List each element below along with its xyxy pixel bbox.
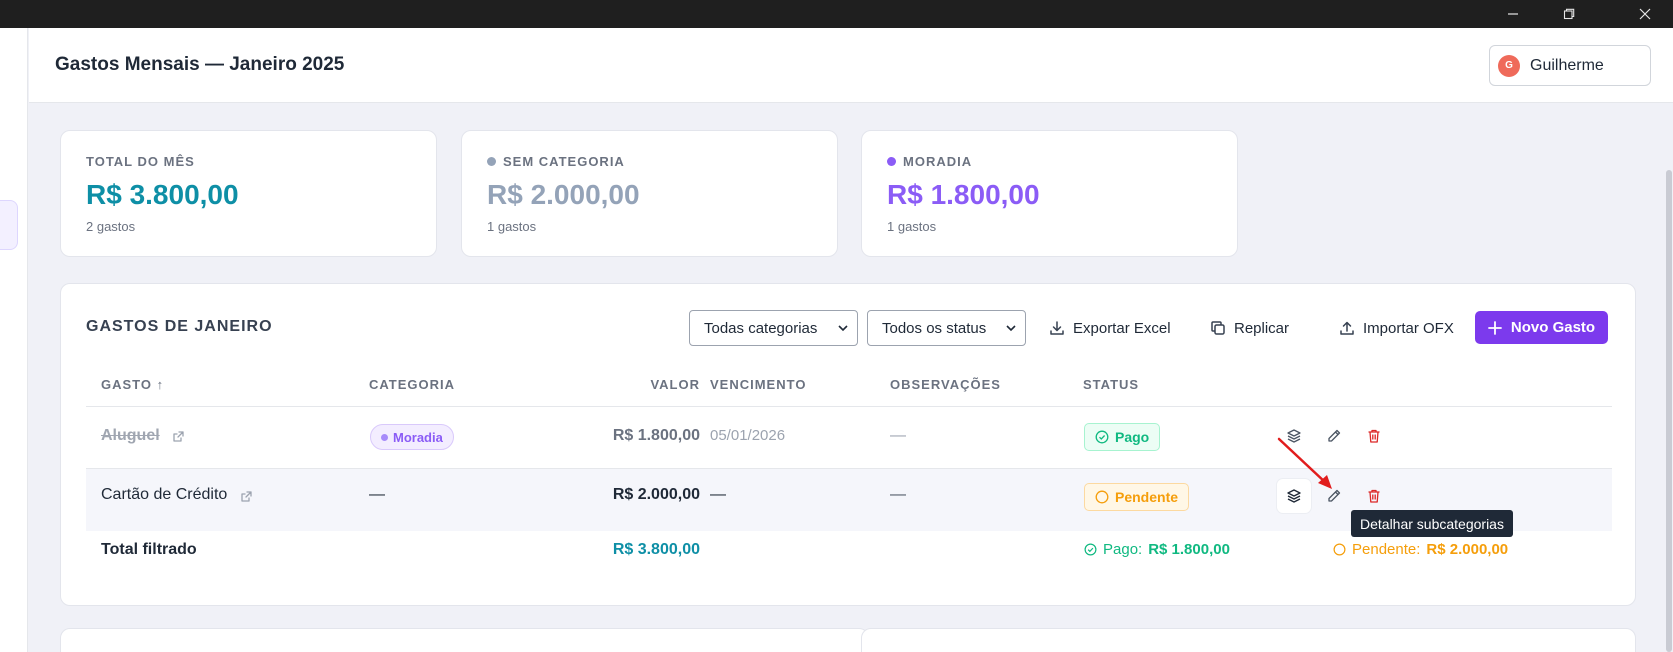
- status-badge-label: Pago: [1115, 429, 1150, 445]
- circle-icon: [1095, 490, 1109, 504]
- expense-due: —: [710, 486, 726, 503]
- stat-label-wrap: MORADIA: [887, 154, 1212, 169]
- expense-name: Cartão de Crédito: [101, 486, 228, 503]
- category-chip: Moradia: [370, 424, 454, 450]
- stat-count: 2 gastos: [86, 219, 136, 234]
- status-badge[interactable]: Pago: [1084, 423, 1161, 451]
- chevron-down-icon: [1006, 325, 1016, 332]
- close-icon: [1639, 8, 1651, 20]
- close-button[interactable]: [1617, 0, 1673, 28]
- expense-category: —: [369, 486, 385, 503]
- expense-notes: —: [890, 427, 906, 444]
- stat-label: TOTAL DO MÊS: [86, 154, 195, 169]
- column-header-notes: OBSERVAÇÕES: [890, 377, 1001, 392]
- stat-value: R$ 3.800,00: [86, 179, 239, 210]
- import-ofx-label: Importar OFX: [1363, 319, 1454, 337]
- stat-value: R$ 1.800,00: [887, 179, 1040, 210]
- bottom-card-right: [861, 628, 1636, 652]
- user-menu-button[interactable]: G Guilherme: [1489, 45, 1651, 86]
- expense-due: 05/01/2026: [710, 427, 786, 444]
- annotation-arrow-icon: [1277, 437, 1332, 489]
- delete-button[interactable]: [1364, 426, 1384, 446]
- column-header-status: STATUS: [1083, 377, 1140, 392]
- minimize-button[interactable]: [1485, 0, 1541, 28]
- category-dot-icon: [487, 157, 496, 166]
- check-circle-icon: [1084, 543, 1097, 556]
- status-badge[interactable]: Pendente: [1084, 483, 1190, 511]
- column-header-name[interactable]: GASTO ↑: [101, 377, 164, 392]
- download-icon: [1050, 321, 1064, 335]
- total-pending: Pendente: R$ 2.000,00: [1333, 541, 1508, 558]
- trash-icon: [1368, 489, 1380, 503]
- total-label: Total filtrado: [101, 541, 197, 558]
- restore-icon: [1563, 8, 1575, 20]
- user-name: Guilherme: [1530, 56, 1604, 74]
- column-header-due: VENCIMENTO: [710, 377, 807, 392]
- sidebar: [0, 28, 28, 652]
- plus-icon: [1488, 320, 1502, 335]
- category-filter-select[interactable]: Todas categorias: [689, 310, 858, 346]
- total-value: R$ 3.800,00: [612, 541, 700, 558]
- stat-label-wrap: SEM CATEGORIA: [487, 154, 812, 169]
- expense-name: Aluguel: [101, 427, 160, 444]
- category-dot-icon: [887, 157, 896, 166]
- import-ofx-button[interactable]: Importar OFX: [1339, 310, 1454, 346]
- page-title: Gastos Mensais — Janeiro 2025: [55, 54, 345, 75]
- section-title: GASTOS DE JANEIRO: [86, 318, 273, 335]
- expenses-card: GASTOS DE JANEIRO Todas categorias Todos…: [60, 283, 1636, 606]
- delete-button[interactable]: [1364, 486, 1384, 506]
- window-titlebar: [0, 0, 1673, 28]
- bottom-card-left: [60, 628, 869, 652]
- expense-value: R$ 1.800,00: [612, 427, 700, 444]
- stat-count: 1 gastos: [887, 219, 937, 234]
- check-circle-icon: [1095, 430, 1109, 444]
- expense-name-cell: Aluguel: [101, 427, 160, 445]
- total-paid-value: R$ 1.800,00: [1148, 541, 1230, 558]
- scrollbar[interactable]: [1666, 170, 1672, 652]
- external-link-icon[interactable]: [172, 430, 185, 443]
- total-pending-value: R$ 2.000,00: [1426, 541, 1509, 558]
- trash-icon: [1368, 429, 1380, 443]
- category-chip-label: Moradia: [393, 429, 443, 445]
- stat-card-total: TOTAL DO MÊS R$ 3.800,00 2 gastos: [60, 130, 437, 257]
- sidebar-active-item[interactable]: [0, 200, 18, 250]
- export-excel-button[interactable]: Exportar Excel: [1049, 310, 1171, 346]
- chevron-down-icon: [838, 325, 848, 332]
- stat-label: MORADIA: [903, 154, 973, 169]
- total-paid-label: Pago:: [1103, 541, 1143, 558]
- avatar: G: [1498, 54, 1520, 77]
- category-dot-icon: [381, 433, 388, 441]
- column-header-value: VALOR: [650, 377, 700, 392]
- status-badge-label: Pendente: [1115, 489, 1179, 505]
- circle-icon: [1333, 543, 1346, 556]
- restore-button[interactable]: [1541, 0, 1597, 28]
- stat-label: SEM CATEGORIA: [503, 154, 625, 169]
- category-filter-value: Todas categorias: [704, 319, 818, 337]
- column-header-category: CATEGORIA: [369, 377, 456, 392]
- total-paid: Pago: R$ 1.800,00: [1084, 541, 1230, 558]
- new-expense-button[interactable]: Novo Gasto: [1475, 311, 1608, 344]
- upload-icon: [1340, 321, 1354, 335]
- table-divider: [86, 406, 1612, 407]
- stat-value: R$ 2.000,00: [487, 179, 640, 210]
- minimize-icon: [1508, 13, 1518, 15]
- copy-icon: [1211, 321, 1225, 335]
- new-expense-label: Novo Gasto: [1510, 319, 1596, 336]
- expense-value: R$ 2.000,00: [612, 486, 700, 503]
- status-filter-select[interactable]: Todos os status: [867, 310, 1026, 346]
- replicate-label: Replicar: [1234, 319, 1290, 337]
- total-pending-label: Pendente:: [1352, 541, 1421, 558]
- tooltip: Detalhar subcategorias: [1351, 510, 1513, 537]
- expense-notes: —: [890, 486, 906, 503]
- page-header: Gastos Mensais — Janeiro 2025 G Guilherm…: [29, 28, 1673, 103]
- stat-count: 1 gastos: [487, 219, 537, 234]
- external-link-icon[interactable]: [240, 490, 253, 503]
- status-filter-value: Todos os status: [882, 319, 987, 337]
- export-excel-label: Exportar Excel: [1073, 319, 1171, 337]
- replicate-button[interactable]: Replicar: [1210, 310, 1289, 346]
- stat-card-uncategorized: SEM CATEGORIA R$ 2.000,00 1 gastos: [461, 130, 838, 257]
- stat-card-moradia: MORADIA R$ 1.800,00 1 gastos: [861, 130, 1238, 257]
